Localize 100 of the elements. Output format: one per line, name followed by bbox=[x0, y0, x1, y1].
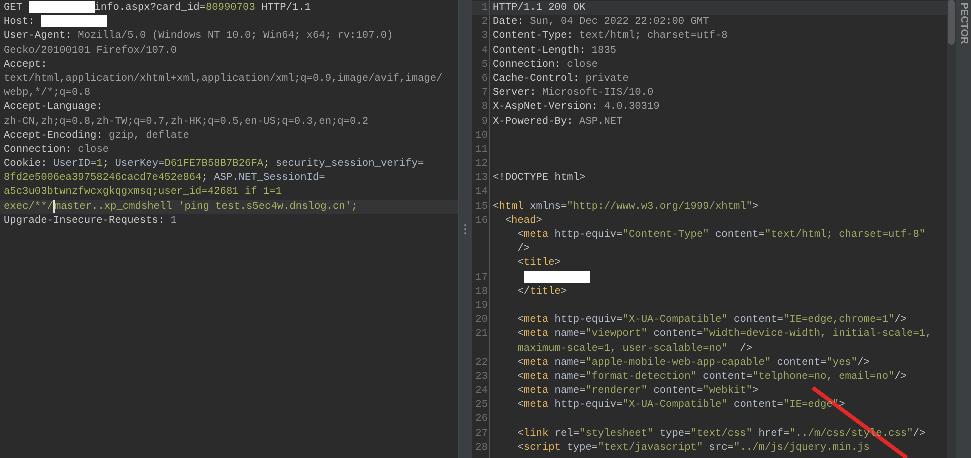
code-text: GET bbox=[4, 2, 24, 14]
code-text: = bbox=[580, 385, 586, 398]
line-number: 3 bbox=[482, 30, 488, 42]
code-text: maximum-scale=1, user-scalable=no" bbox=[516, 342, 728, 354]
code-text: name bbox=[554, 385, 580, 398]
code-text: "webkit" bbox=[703, 385, 753, 398]
code-text: close bbox=[567, 58, 598, 71]
line-number: 4 bbox=[482, 44, 488, 57]
scrollbar-thumb[interactable] bbox=[948, 0, 955, 45]
response-editor[interactable] bbox=[472, 0, 947, 458]
line-number: 18 bbox=[476, 286, 488, 298]
code-text: type bbox=[658, 428, 685, 440]
code-text: 8fd2e5006ea39758246cacd7e452e864 bbox=[4, 172, 202, 184]
code-text: > bbox=[536, 214, 542, 227]
code-text: Microsoft-IIS/10.0 bbox=[542, 87, 654, 100]
line-number: 16 bbox=[476, 214, 488, 227]
request-editor[interactable] bbox=[0, 0, 459, 458]
line-number: 17 bbox=[476, 272, 488, 284]
code-text: /> bbox=[516, 243, 530, 256]
code-text: X-AspNet-Version: bbox=[493, 101, 600, 114]
code-text: = bbox=[592, 442, 598, 454]
code-text: /> bbox=[894, 314, 908, 326]
code-text: Host: bbox=[4, 16, 36, 28]
code-text: = bbox=[728, 442, 734, 454]
line-number: 24 bbox=[476, 385, 488, 398]
code-text: name bbox=[554, 356, 580, 369]
code-text: Content-Length: bbox=[493, 44, 587, 57]
code-text: zh-CN,zh;q=0.8,zh-TW;q=0.7,zh-HK;q=0.5,en-US;q=0.3,en;q=0.2 bbox=[4, 116, 369, 128]
code-text: private bbox=[586, 72, 629, 85]
code-text: http-equiv bbox=[554, 229, 617, 241]
code-text: /> bbox=[739, 342, 753, 354]
code-text: = bbox=[777, 399, 784, 412]
code-text: "width=device-width, initial-scale=1, bbox=[703, 328, 932, 340]
code-text: name bbox=[554, 328, 580, 340]
line-number: 15 bbox=[476, 200, 488, 213]
code-text: script bbox=[524, 442, 561, 454]
line-number: 9 bbox=[482, 116, 488, 128]
code-text: security_session_verify= bbox=[276, 158, 424, 170]
scrollbar[interactable] bbox=[947, 0, 956, 458]
code-text: rel bbox=[554, 428, 574, 440]
code-text: "text/javascript" bbox=[598, 442, 704, 454]
code-text: < bbox=[504, 214, 512, 227]
code-text: UserID= bbox=[53, 158, 97, 170]
code-text: = bbox=[616, 229, 623, 241]
code-text: exec/**/ bbox=[4, 200, 54, 213]
line-number: 26 bbox=[476, 413, 488, 426]
code-text: content bbox=[776, 356, 821, 369]
code-text: = bbox=[560, 200, 568, 213]
line-number: 7 bbox=[482, 87, 488, 100]
code-text: meta bbox=[524, 328, 549, 340]
code-text: > bbox=[560, 286, 568, 298]
code-text: content bbox=[702, 370, 746, 383]
code-text: = bbox=[783, 428, 790, 440]
code-text: meta bbox=[524, 356, 549, 369]
code-text: http-equiv bbox=[554, 399, 617, 412]
inspector-tab[interactable]: PECTOR bbox=[957, 0, 970, 46]
code-text: "Content-Type" bbox=[622, 229, 710, 241]
line-number: 5 bbox=[482, 58, 488, 71]
code-text: 1 bbox=[170, 214, 178, 227]
code-text: < bbox=[516, 370, 524, 383]
code-text: type bbox=[566, 442, 592, 454]
code-text: ASP.NET_SessionId= bbox=[214, 172, 326, 184]
code-text: > bbox=[839, 399, 846, 412]
line-number: 12 bbox=[476, 158, 488, 170]
code-text: "telphone=no, email=no" bbox=[752, 370, 895, 383]
grip-icon bbox=[464, 224, 467, 234]
code-text: "http://www.w3.org/1999/xhtml" bbox=[567, 200, 753, 213]
line-number: 11 bbox=[476, 144, 488, 156]
code-text: = bbox=[696, 385, 704, 398]
code-text: content bbox=[733, 399, 778, 412]
code-text: "X-UA-Compatible" bbox=[622, 399, 728, 412]
code-text: src bbox=[708, 442, 728, 454]
code-text: title bbox=[530, 286, 561, 298]
code-text: < bbox=[516, 328, 524, 340]
code-text: /> bbox=[858, 356, 870, 369]
code-text: a5c3u03btwnzfwcxgkqgxmsq;user_id=42681 if 1=1 bbox=[4, 186, 282, 198]
code-text: /> bbox=[894, 370, 908, 383]
code-text: text/html,application/xhtml+xml,application/xml;q=0.9,image/avif,image/ bbox=[4, 72, 443, 85]
code-text: Gecko/20100101 Firefox/107.0 bbox=[4, 44, 178, 57]
code-text: gzip, deflate bbox=[109, 130, 190, 142]
code-text: 1835 bbox=[592, 44, 617, 57]
code-text: <!DOCTYPE html> bbox=[493, 172, 586, 184]
code-text: = bbox=[580, 370, 586, 383]
code-text: X-Powered-By: bbox=[493, 116, 574, 128]
code-text: title bbox=[524, 257, 555, 270]
code-text: "format-detection" bbox=[586, 370, 697, 383]
code-text: < bbox=[516, 356, 524, 369]
code-text: 1 bbox=[96, 158, 103, 170]
code-text: /> bbox=[913, 428, 926, 440]
line-number: 27 bbox=[476, 428, 488, 440]
line-number: 28 bbox=[476, 442, 488, 454]
code-text: Sun, 04 Dec 2022 22:02:00 GMT bbox=[530, 16, 710, 28]
line-number: 1 bbox=[482, 2, 488, 14]
code-text: < bbox=[516, 428, 524, 440]
code-text: "renderer" bbox=[586, 385, 648, 398]
code-text: ; bbox=[102, 158, 110, 170]
code-text: head bbox=[512, 214, 536, 227]
code-text: name bbox=[554, 370, 580, 383]
code-text: = bbox=[580, 356, 586, 369]
code-text: > bbox=[554, 257, 561, 270]
